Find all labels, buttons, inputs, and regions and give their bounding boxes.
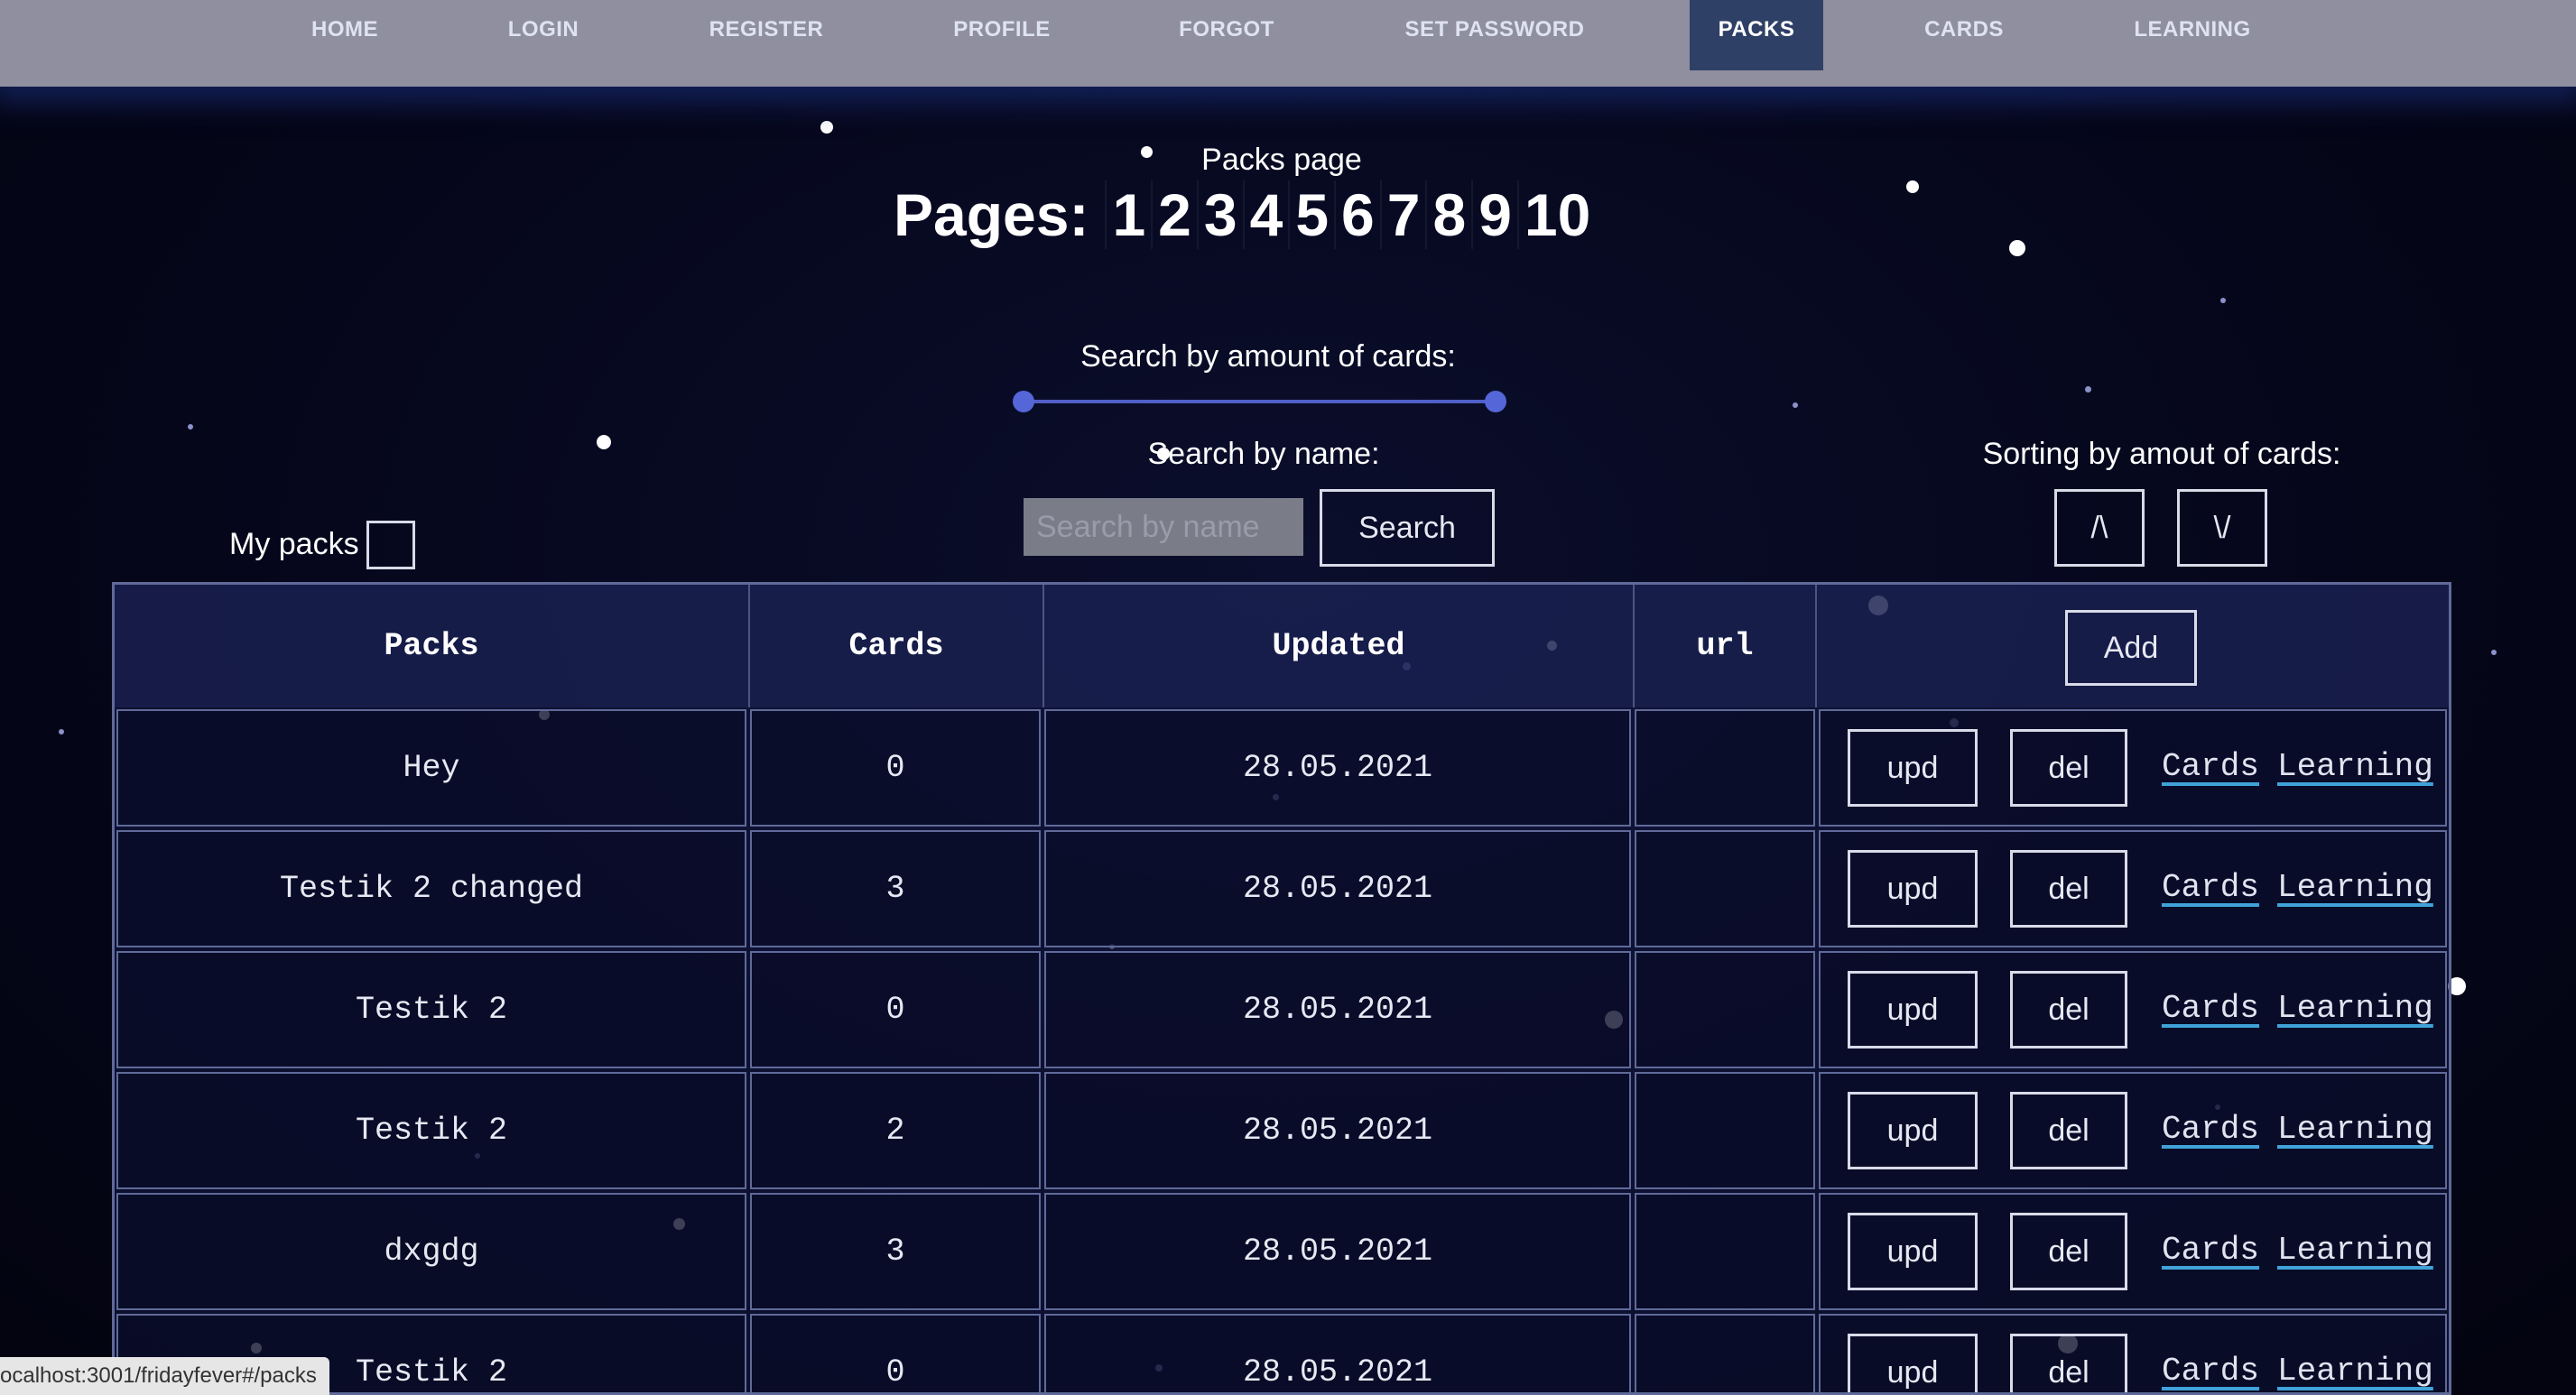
my-packs-checkbox[interactable]: [366, 521, 415, 569]
page-4[interactable]: 4: [1242, 180, 1289, 249]
cell-cards: 0: [750, 1314, 1041, 1392]
page-10[interactable]: 10: [1516, 180, 1596, 249]
cell-cards: 3: [750, 830, 1041, 947]
delete-button[interactable]: del: [2010, 971, 2127, 1049]
status-bar-url: ocalhost:3001/fridayfever#/packs: [0, 1357, 329, 1395]
star: [2491, 650, 2497, 655]
learning-link[interactable]: Learning: [2277, 1353, 2433, 1390]
cell-pack: Hey: [116, 709, 746, 827]
cell-pack: Testik 2 changed: [116, 830, 746, 947]
cell-updated: 28.05.2021: [1044, 1072, 1631, 1189]
delete-button[interactable]: del: [2010, 1092, 2127, 1169]
slider-max-handle[interactable]: [1485, 391, 1506, 412]
cell-cards: 0: [750, 709, 1041, 827]
search-input[interactable]: [1024, 498, 1303, 556]
nav-home[interactable]: HOME: [294, 0, 395, 60]
nav-packs[interactable]: PACKS: [1690, 0, 1823, 70]
cell-updated: 28.05.2021: [1044, 709, 1631, 827]
amount-filter-label: Search by amount of cards:: [1080, 339, 1456, 374]
add-pack-button[interactable]: Add: [2065, 610, 2197, 686]
update-button[interactable]: upd: [1848, 1092, 1978, 1169]
cards-link[interactable]: Cards: [2162, 870, 2259, 906]
cell-cards: 0: [750, 951, 1041, 1068]
star: [2009, 240, 2025, 256]
star: [2085, 386, 2091, 393]
cell-updated: 28.05.2021: [1044, 1193, 1631, 1310]
nav-register[interactable]: REGISTER: [697, 0, 836, 60]
my-packs-label: My packs: [229, 527, 359, 561]
learning-link[interactable]: Learning: [2277, 870, 2433, 906]
cell-updated: 28.05.2021: [1044, 830, 1631, 947]
header-updated[interactable]: Updated: [1044, 585, 1633, 707]
nav-profile[interactable]: PROFILE: [939, 0, 1065, 60]
learning-link[interactable]: Learning: [2277, 1112, 2433, 1148]
cell-url: [1635, 709, 1815, 827]
star: [1793, 402, 1798, 408]
cell-pack: Testik 2: [116, 1072, 746, 1189]
pages-label: Pages:: [894, 181, 1089, 248]
learning-link[interactable]: Learning: [2277, 749, 2433, 785]
header-cards[interactable]: Cards: [750, 585, 1042, 707]
sort-label: Sorting by amout of cards:: [1982, 437, 2341, 471]
star: [2220, 298, 2226, 303]
page-1[interactable]: 1: [1105, 180, 1151, 249]
star: [59, 729, 64, 734]
update-button[interactable]: upd: [1848, 1213, 1978, 1290]
cards-link[interactable]: Cards: [2162, 1353, 2259, 1390]
delete-button[interactable]: del: [2010, 850, 2127, 928]
update-button[interactable]: upd: [1848, 850, 1978, 928]
page-5[interactable]: 5: [1288, 180, 1334, 249]
amount-range-slider[interactable]: [1023, 400, 1496, 403]
cell-cards: 2: [750, 1072, 1041, 1189]
nav-learning[interactable]: LEARNING: [2121, 0, 2264, 60]
page-3[interactable]: 3: [1196, 180, 1243, 249]
cards-link[interactable]: Cards: [2162, 991, 2259, 1027]
learning-link[interactable]: Learning: [2277, 1233, 2433, 1269]
sort-descending-button[interactable]: \/: [2177, 489, 2267, 567]
page-6[interactable]: 6: [1334, 180, 1380, 249]
top-navbar: HOME LOGIN REGISTER PROFILE FORGOT SET P…: [0, 0, 2576, 87]
star: [597, 435, 611, 449]
cell-pack: Testik 2: [116, 951, 746, 1068]
header-url: url: [1635, 585, 1815, 707]
star: [1906, 180, 1919, 193]
delete-button[interactable]: del: [2010, 1334, 2127, 1392]
cell-url: [1635, 951, 1815, 1068]
header-packs[interactable]: Packs: [115, 585, 748, 707]
star: [820, 121, 833, 134]
packs-table: Packs Cards Updated url Add Hey 0 28.05.20…: [112, 582, 2451, 1395]
update-button[interactable]: upd: [1848, 971, 1978, 1049]
learning-link[interactable]: Learning: [2277, 991, 2433, 1027]
nav-set-password[interactable]: SET PASSWORD: [1390, 0, 1599, 60]
page-9[interactable]: 9: [1471, 180, 1517, 249]
cell-url: [1635, 1314, 1815, 1392]
cell-updated: 28.05.2021: [1044, 1314, 1631, 1392]
star: [188, 424, 193, 430]
cards-link[interactable]: Cards: [2162, 1112, 2259, 1148]
cell-url: [1635, 830, 1815, 947]
update-button[interactable]: upd: [1848, 1334, 1978, 1392]
slider-min-handle[interactable]: [1013, 391, 1034, 412]
cell-updated: 28.05.2021: [1044, 951, 1631, 1068]
search-button[interactable]: Search: [1320, 489, 1495, 567]
cell-url: [1635, 1193, 1815, 1310]
sort-ascending-button[interactable]: /\: [2054, 489, 2145, 567]
page-8[interactable]: 8: [1425, 180, 1471, 249]
nav-cards[interactable]: CARDS: [1913, 0, 2015, 60]
nav-login[interactable]: LOGIN: [493, 0, 594, 60]
nav-forgot[interactable]: FORGOT: [1168, 0, 1285, 60]
cell-cards: 3: [750, 1193, 1041, 1310]
pagination: Pages: 1 2 3 4 5 6 7 8 9 10: [894, 179, 1596, 251]
update-button[interactable]: upd: [1848, 729, 1978, 807]
cell-url: [1635, 1072, 1815, 1189]
delete-button[interactable]: del: [2010, 729, 2127, 807]
delete-button[interactable]: del: [2010, 1213, 2127, 1290]
page-7[interactable]: 7: [1379, 180, 1426, 249]
page-title: Packs page: [1201, 143, 1362, 177]
page-2[interactable]: 2: [1151, 180, 1197, 249]
cards-link[interactable]: Cards: [2162, 1233, 2259, 1269]
cell-pack: dxgdg: [116, 1193, 746, 1310]
name-filter-label: Search by name:: [1147, 437, 1380, 471]
cards-link[interactable]: Cards: [2162, 749, 2259, 785]
